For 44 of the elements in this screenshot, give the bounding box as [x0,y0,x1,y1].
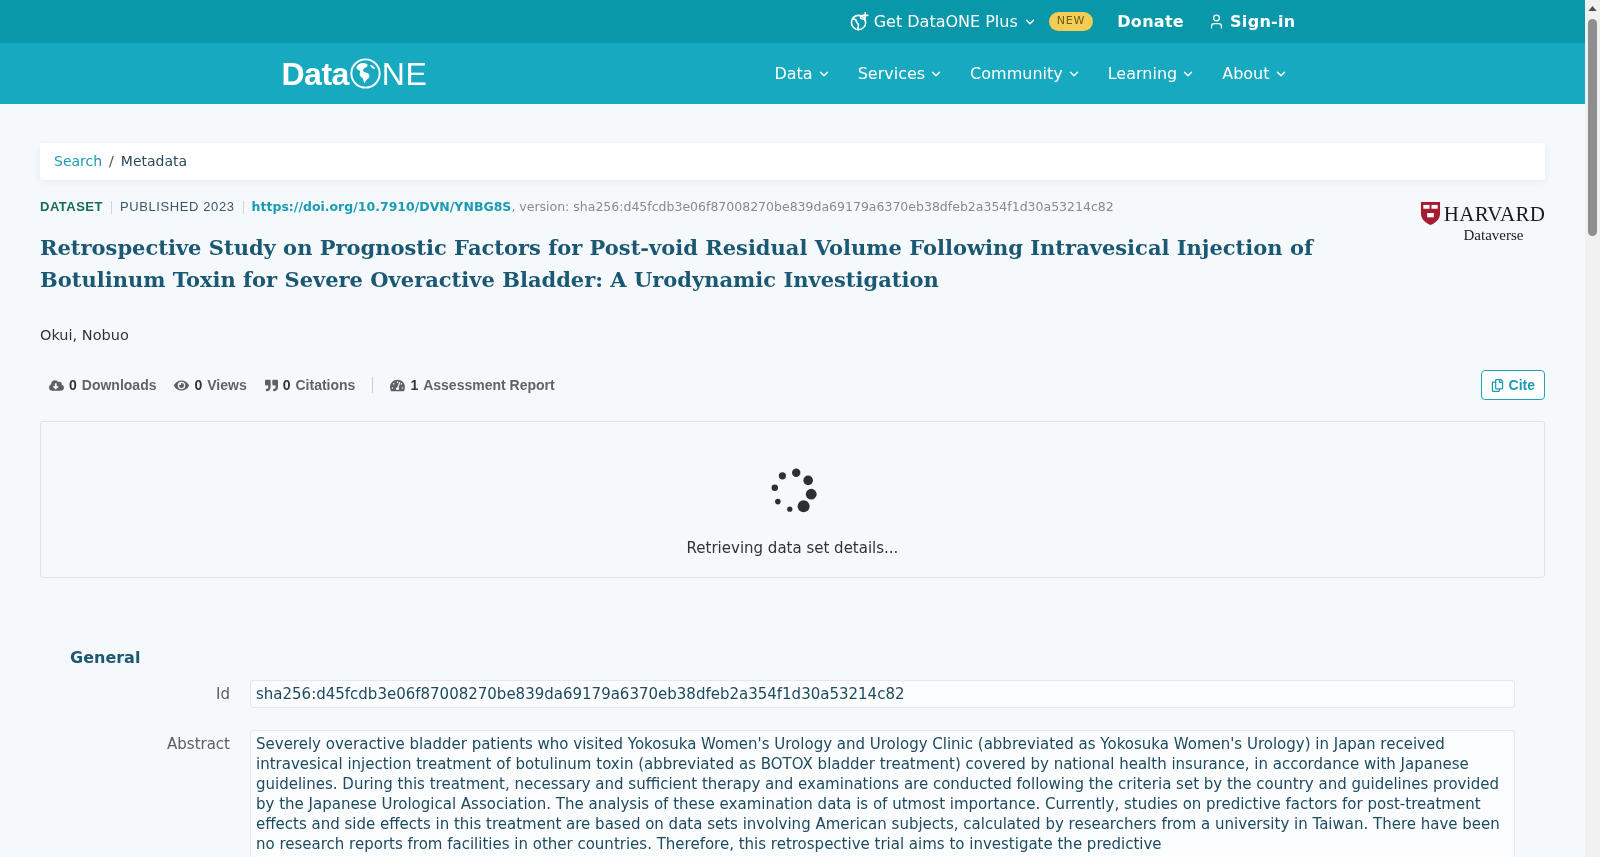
repository-name: HARVARD [1443,201,1546,226]
nav-menu-button[interactable]: About [1222,61,1288,86]
field-label: Id [216,684,230,704]
sign-in-link[interactable]: Sign-in [1208,9,1296,34]
cloud-download-icon [49,377,64,393]
published-label: PUBLISHED 2023 [119,198,235,217]
metric-count: 0 [282,375,291,395]
new-badge: NEW [1048,12,1094,31]
loading-message: Retrieving data set details... [686,538,899,559]
metric-count: 0 [194,375,203,395]
metric-label: Assessment Report [423,375,555,395]
site-logo[interactable]: Data NE [281,49,428,98]
section-heading: General [70,647,141,669]
dataset-title: Retrospective Study on Prognostic Factors for Post-void Residual Volume Following Intravesical Injection of Botulinum Toxin for Severe Overactive Bladder: A Urodynamic Investigation [40,234,1316,294]
breadcrumb-current: Metadata [120,152,188,171]
nav-menu-button[interactable]: Learning [1107,61,1196,86]
gauge-icon [390,377,406,393]
nav-menu-button[interactable]: Services [857,61,944,86]
metric-count: 0 [69,375,77,395]
metric-label: Citations [295,375,356,395]
donate-link[interactable]: Donate [1117,9,1185,34]
copy-icon [1490,378,1504,392]
scroll-up-icon[interactable] [1588,6,1597,11]
doi-link[interactable]: https://doi.org/10.7910/DVN/YNBG8S [251,197,512,217]
nav-menu-button[interactable]: Community [970,61,1081,86]
version-text: , version: sha256:d45fcdb3e06f87008270be839da69179a6370eb38dfeb2a354f1d30a53214c82 [511,197,1114,216]
field-label: Abstract [167,734,230,754]
repository-subtitle: Dataverse [1463,226,1524,244]
breadcrumb-link[interactable]: Search [54,151,103,172]
metric-count: 1 [410,375,419,395]
dataset-type-label: DATASET [40,198,103,217]
nav-menu-button[interactable]: Data [774,61,831,86]
metric-label: Views [207,375,247,395]
get-plus-menu-button[interactable]: Get DataONE Plus [849,9,1037,34]
field-value: Severely overactive bladder patients who visited Yokosuka Women's Urology and Urology Clinic (abbreviated as Yokosuka Women's Urology) in Japan received intravesical injection treatment of botulinum toxin (abbreviated as BOTOX bladder treatment) covered by national health insurance, in accordance with Japanese guidelines. During this treatment, necessary and sufficient therapy and examinations are conducted following the criteria set by the country and guidelines provided by the Japanese Urological Association. The analysis of these examination data is of utmost importance. Currently, studies on predictive factors for post-treatment effects and side effects in this treatment are based on data sets involving American subjects, calculated by researchers from a university in Taiwan. There have been no research reports from facilities in other countries. Therefore, this retrospective trial aims to investigate the predictive [250,730,1515,857]
globe-plus-icon [849,12,869,31]
breadcrumb-separator: / [109,152,114,171]
scrollbar-thumb[interactable] [1588,19,1597,236]
field-value: sha256:d45fcdb3e06f87008270be839da69179a6370eb38dfeb2a354f1d30a53214c82 [250,680,1515,708]
metric-label: Downloads [81,375,157,395]
shield-icon [1419,201,1441,226]
cite-button[interactable]: Cite [1480,370,1545,400]
author-name: Okui, Nobuo [40,326,129,345]
quote-icon [264,378,278,392]
